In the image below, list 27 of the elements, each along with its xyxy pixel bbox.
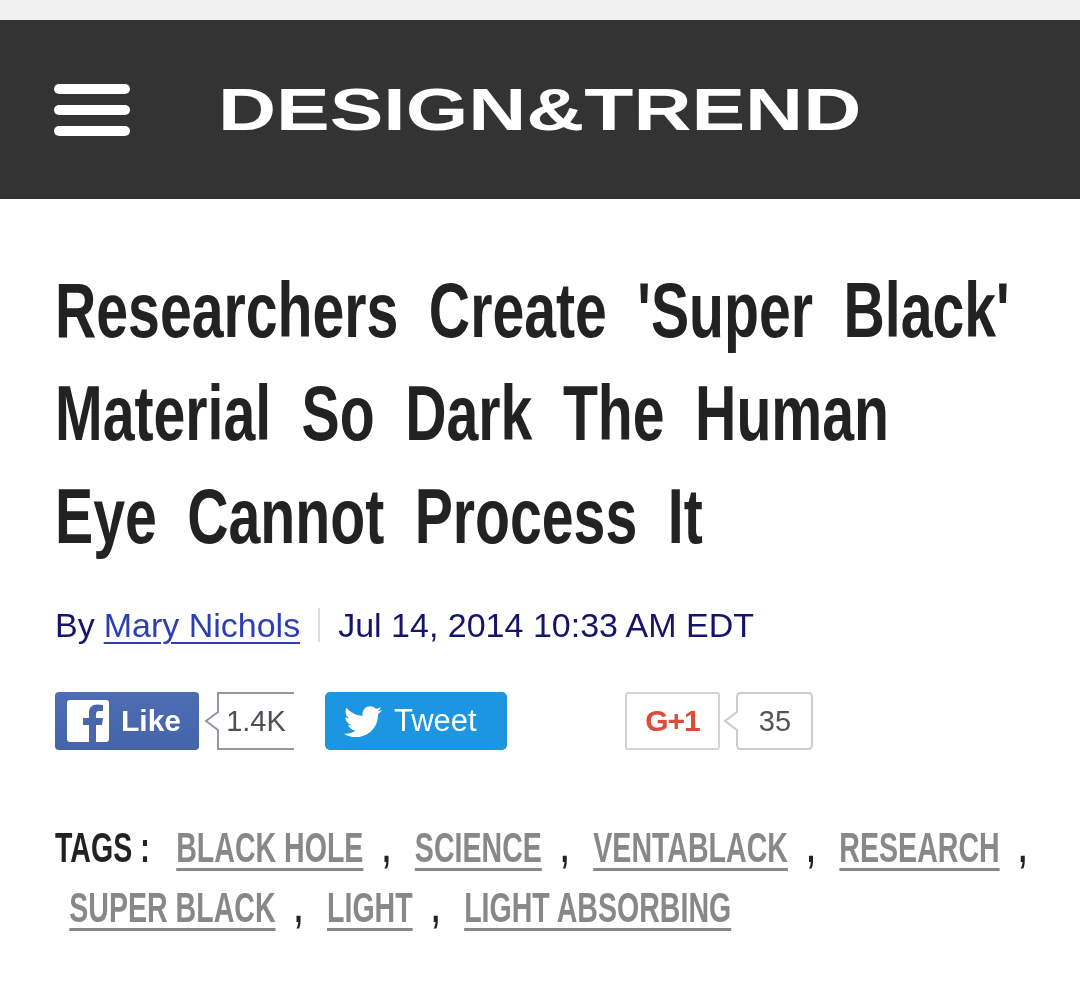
tag-link[interactable]: VENTABLACK: [593, 818, 788, 878]
tag-separator: ,: [560, 823, 569, 873]
tag-link[interactable]: LIGHT ABSORBING: [464, 878, 732, 938]
tags-label: TAGS :: [55, 823, 150, 873]
menu-icon[interactable]: [54, 83, 130, 136]
tag-link[interactable]: SCIENCE: [414, 818, 542, 878]
tag-separator: ,: [382, 823, 391, 873]
byline-prefix: By: [55, 605, 95, 645]
publish-date: Jul 14, 2014 10:33 AM EDT: [338, 605, 754, 645]
bird-icon: [344, 705, 382, 737]
tag-link[interactable]: BLACK HOLE: [176, 818, 364, 878]
tag-link[interactable]: LIGHT: [327, 878, 413, 938]
tag-separator: ,: [431, 883, 440, 933]
tweet-button[interactable]: Tweet: [325, 692, 507, 750]
like-button[interactable]: Like: [55, 692, 199, 750]
share-count: 1.4K: [204, 692, 294, 750]
site-logo[interactable]: DESIGN&TREND: [218, 79, 862, 140]
tag-separator: ,: [1018, 823, 1027, 873]
share-count: 35: [723, 692, 813, 750]
author-link[interactable]: Mary Nichols: [103, 605, 301, 645]
tag-separator: ,: [294, 883, 303, 933]
article-title: Researchers Create 'Super Black' Material So Dark The Human Eye Cannot Process It: [55, 265, 1011, 562]
tag-separator: ,: [806, 823, 815, 873]
f-logo-icon: [67, 700, 109, 742]
plus-one-button[interactable]: G+1: [625, 692, 720, 750]
tag-link[interactable]: RESEARCH: [839, 818, 1000, 878]
tag-link[interactable]: SUPER BLACK: [69, 878, 276, 938]
